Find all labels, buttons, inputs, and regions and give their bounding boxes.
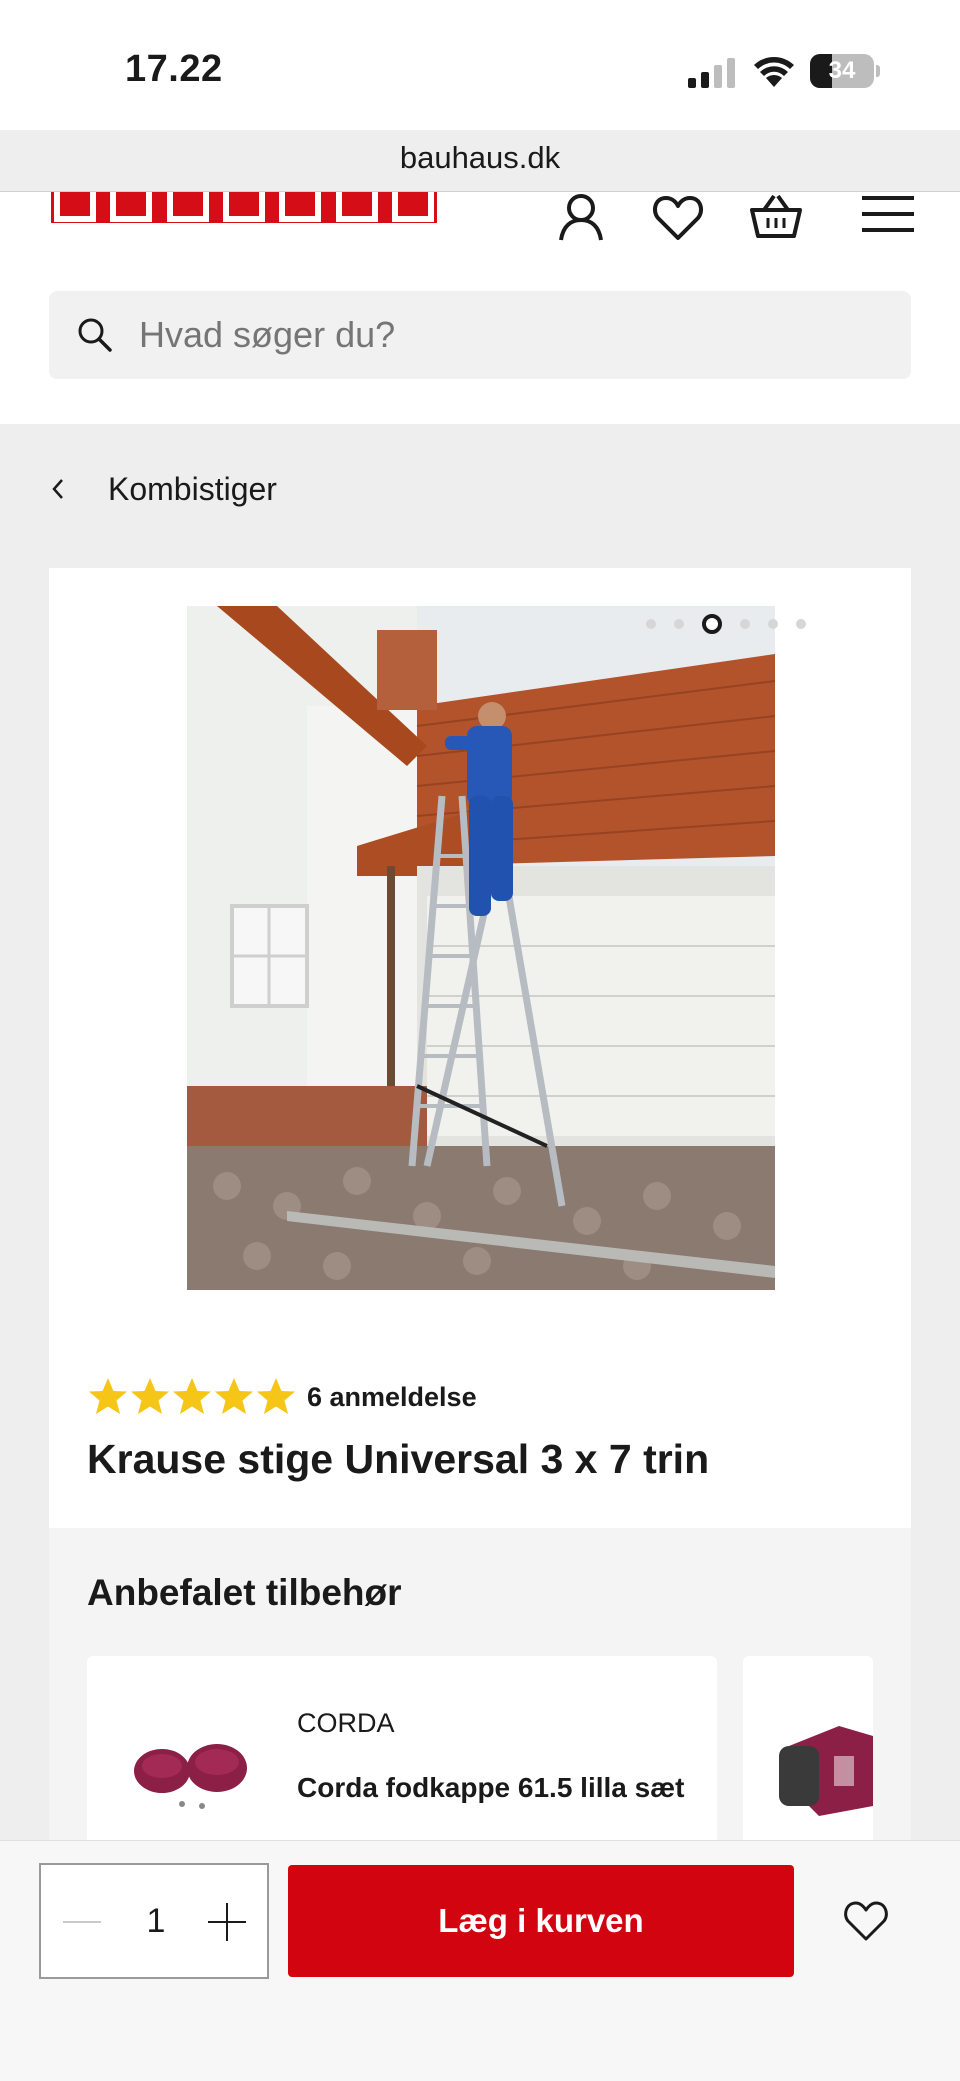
chevron-left-icon[interactable] [48, 474, 68, 504]
product-title: Krause stige Universal 3 x 7 trin [87, 1436, 710, 1482]
account-icon[interactable] [553, 192, 609, 248]
status-bar: 17.22 34 bauhaus.dk [0, 0, 960, 175]
search-icon [78, 318, 112, 352]
search-bar[interactable] [49, 291, 911, 379]
status-time: 17.22 [125, 48, 223, 90]
basket-icon[interactable] [748, 192, 804, 248]
accessory-brand: CORDA [297, 1708, 395, 1738]
star-icon [131, 1378, 169, 1414]
add-to-cart-button[interactable]: Læg i kurven [288, 1865, 794, 1977]
carousel-dot[interactable] [768, 619, 778, 629]
quantity-stepper[interactable]: 1 [39, 1863, 269, 1979]
plus-icon[interactable] [206, 1903, 248, 1941]
menu-icon[interactable] [860, 192, 916, 248]
bauhaus-logo[interactable] [48, 192, 440, 226]
star-icon [257, 1378, 295, 1414]
wifi-icon [754, 57, 794, 87]
carousel-dot[interactable] [740, 619, 750, 629]
heart-icon[interactable] [842, 1899, 890, 1943]
accessory-image [134, 1744, 247, 1809]
product-card: 6 anmeldelse Krause stige Universal 3 x … [49, 568, 911, 1528]
battery-level: 34 [828, 57, 856, 84]
breadcrumb[interactable]: Kombistiger [48, 464, 277, 514]
product-image[interactable] [187, 606, 775, 1290]
rating-stars [87, 1376, 297, 1418]
battery-indicator: 34 [810, 54, 880, 88]
accessory-name[interactable]: Corda fodkappe 61.5 lilla sæt [297, 1772, 684, 1804]
carousel-dot[interactable] [674, 619, 684, 629]
product-rating[interactable]: 6 anmeldelse [87, 1376, 477, 1418]
star-icon [215, 1378, 253, 1414]
carousel-dot[interactable] [796, 619, 806, 629]
carousel-dot[interactable] [702, 614, 722, 634]
star-icon [89, 1378, 127, 1414]
image-carousel-dots[interactable] [637, 614, 815, 634]
star-icon [173, 1378, 211, 1414]
carousel-dot[interactable] [646, 619, 656, 629]
heart-icon[interactable] [650, 192, 706, 248]
review-count[interactable]: 6 anmeldelse [307, 1382, 477, 1413]
minus-icon[interactable] [61, 1903, 103, 1941]
section-title: Anbefalet tilbehør [87, 1572, 402, 1613]
site-header [0, 192, 960, 424]
browser-url[interactable]: bauhaus.dk [0, 140, 960, 176]
cellular-signal-icon [688, 58, 735, 88]
add-to-cart-bar: 1 Læg i kurven [0, 1840, 960, 2081]
search-input[interactable] [139, 291, 879, 379]
breadcrumb-label[interactable]: Kombistiger [108, 471, 277, 508]
quantity-value[interactable]: 1 [121, 1865, 191, 1977]
accessory-image [779, 1726, 873, 1816]
